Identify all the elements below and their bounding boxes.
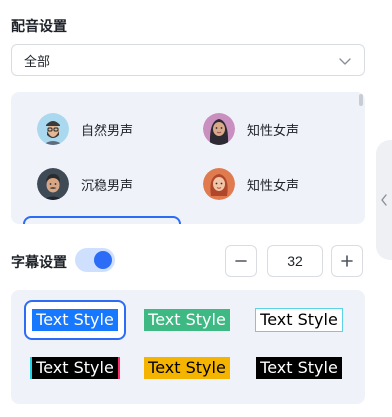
font-size-decrement-button[interactable] — [225, 245, 257, 277]
subtitle-style-green[interactable]: Text Style — [136, 300, 238, 340]
voice-list-scrollbar[interactable] — [359, 94, 363, 106]
voice-item-intellectual-female-1[interactable]: 知性女声 — [203, 113, 299, 145]
subtitle-style-yellow[interactable]: Text Style — [136, 348, 238, 388]
voice-item-calm-male[interactable]: 沉稳男声 — [37, 168, 133, 200]
minus-icon — [235, 260, 247, 262]
style-preview-text: Text Style — [256, 357, 342, 379]
bearded-man-avatar — [37, 113, 69, 145]
font-size-increment-button[interactable] — [331, 245, 363, 277]
voice-label: 自然男声 — [81, 122, 134, 138]
voice-label: 知性女声 — [247, 177, 300, 193]
voice-list: 自然男声 知性女声 沉稳男声 知性女声 — [11, 92, 365, 224]
style-preview-text: Text Style — [144, 309, 230, 331]
chevron-left-icon — [381, 194, 387, 206]
plus-icon — [341, 255, 353, 267]
style-preview-text: Text Style — [144, 357, 230, 379]
voice-item-intellectual-female-2[interactable]: 知性女声 — [203, 168, 299, 200]
voice-item-selected-highlight[interactable] — [23, 216, 181, 224]
style-preview-text: Text Style — [255, 308, 343, 332]
style-preview-text: Text Style — [32, 309, 118, 331]
subtitle-toggle[interactable] — [75, 248, 115, 272]
dubbing-settings-title: 配音设置 — [11, 18, 67, 34]
subtitle-style-black[interactable]: Text Style — [248, 348, 350, 388]
voice-label: 沉稳男声 — [81, 177, 134, 193]
subtitle-style-grid: Text Style Text Style Text Style Text St… — [11, 290, 365, 404]
red-hair-woman-avatar — [203, 168, 235, 200]
hijab-woman-avatar — [203, 113, 235, 145]
settings-panel: 配音设置 全部 自然男声 知性女声 沉稳男声 知性女声 字幕设置 32 Text… — [0, 0, 376, 417]
subtitle-style-black-glitch[interactable]: Text Style — [24, 348, 126, 388]
toggle-knob — [94, 251, 112, 269]
voice-filter-select[interactable]: 全部 — [11, 44, 365, 76]
collapse-panel-tab[interactable] — [376, 140, 392, 260]
chevron-down-icon — [339, 58, 351, 65]
mustache-man-avatar — [37, 168, 69, 200]
subtitle-style-blue[interactable]: Text Style — [24, 300, 126, 340]
voice-filter-value: 全部 — [24, 53, 51, 69]
subtitle-settings-title: 字幕设置 — [11, 254, 67, 270]
style-preview-text: Text Style — [32, 357, 118, 379]
voice-item-natural-male[interactable]: 自然男声 — [37, 113, 133, 145]
font-size-input[interactable]: 32 — [267, 245, 323, 277]
voice-label: 知性女声 — [247, 122, 300, 138]
subtitle-style-white[interactable]: Text Style — [248, 300, 350, 340]
